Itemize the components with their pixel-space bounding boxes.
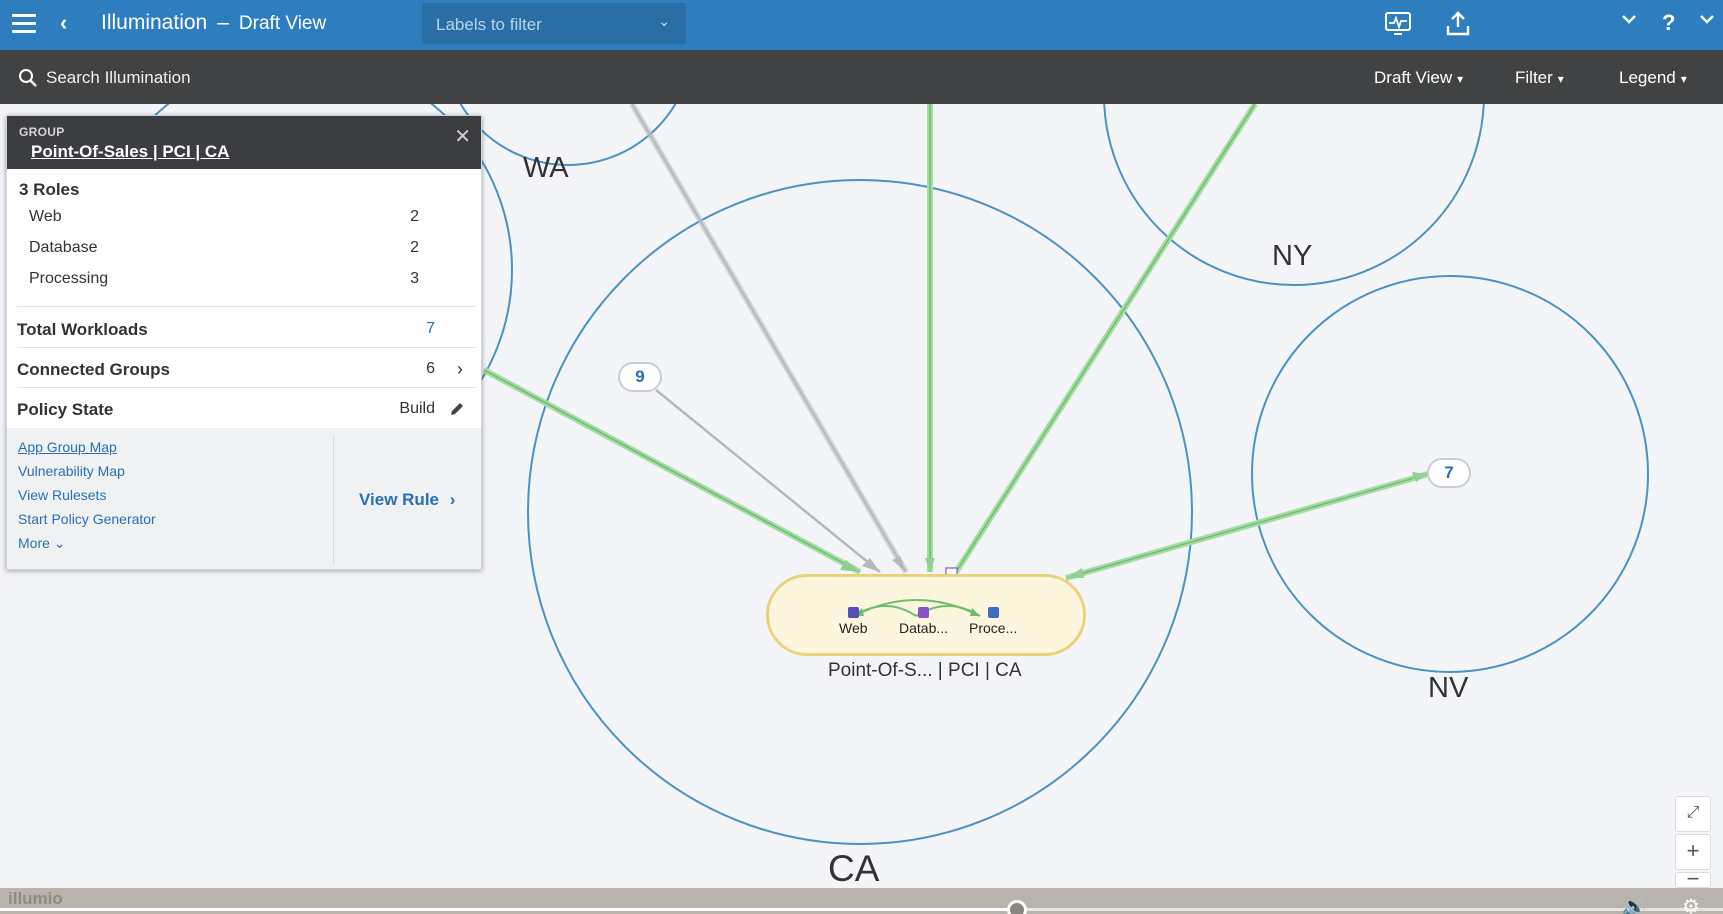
allowed-flow-lines	[482, 104, 1429, 581]
vulnerability-map-link[interactable]: Vulnerability Map	[18, 462, 156, 480]
view-subtitle: Draft View	[238, 13, 327, 34]
role-node-label: Proce...	[969, 620, 1018, 636]
connected-groups-row[interactable]: Connected Groups 6 ›	[17, 359, 477, 380]
close-icon[interactable]: ✕	[454, 124, 471, 149]
role-count: 2	[410, 208, 419, 225]
help-icon[interactable]: ?	[1662, 10, 1675, 36]
region-label-nv: NV	[1428, 672, 1469, 704]
video-controls-bar: illumio 🔊 ⚙	[0, 888, 1723, 914]
filter-menu-label: Filter	[1515, 68, 1553, 87]
roles-title: 3 Roles	[19, 180, 80, 199]
chevron-right-icon[interactable]: ›	[457, 359, 463, 380]
connected-groups-label: Connected Groups	[17, 360, 171, 379]
view-rule-button[interactable]: View Rule ›	[359, 490, 455, 510]
search-icon[interactable]	[18, 68, 38, 88]
chevron-right-icon: ›	[449, 490, 456, 509]
video-progress-fill	[0, 908, 1017, 911]
unknown-flow-lines	[629, 104, 909, 574]
total-workloads-row: Total Workloads 7	[17, 320, 477, 340]
search-bar: Search Illumination Draft View ▾ Filter ▾ …	[0, 50, 1723, 104]
top-bar: ‹ Illumination – Draft View Labels to filt…	[0, 0, 1723, 50]
panel-actions: App Group Map Vulnerability Map View Rul…	[7, 428, 481, 569]
filter-menu[interactable]: Filter ▾	[1515, 68, 1564, 88]
legend-menu-label: Legend	[1619, 68, 1676, 87]
role-row-web: Web 2	[29, 208, 449, 226]
divider	[17, 347, 475, 348]
total-workloads-label: Total Workloads	[17, 320, 148, 339]
label-filter-dropdown[interactable]: Labels to filter ⌄	[422, 3, 686, 44]
role-row-processing: Processing 3	[29, 270, 449, 288]
policy-state-value: Build	[399, 400, 435, 417]
chevron-down-icon[interactable]	[1698, 10, 1716, 33]
count-badge-9[interactable]: 9	[618, 362, 662, 392]
region-label-ny: NY	[1272, 240, 1313, 272]
connected-groups-value: 6	[426, 360, 435, 377]
view-rulesets-link[interactable]: View Rulesets	[18, 486, 156, 504]
policy-state-row: Policy State Build	[17, 400, 477, 420]
settings-icon[interactable]: ⚙	[1682, 894, 1700, 914]
divider	[17, 306, 475, 307]
role-node-processing[interactable]: Proce...	[969, 607, 1017, 636]
upload-icon[interactable]	[1444, 10, 1472, 38]
draft-view-menu-label: Draft View	[1374, 68, 1453, 87]
search-input[interactable]: Search Illumination	[46, 68, 191, 88]
workload-square-icon	[987, 607, 999, 618]
workload-square-icon	[847, 607, 859, 618]
role-count: 3	[410, 270, 419, 287]
legend-menu[interactable]: Legend ▾	[1619, 68, 1687, 88]
total-workloads-value[interactable]: 7	[426, 320, 435, 338]
role-node-web[interactable]: Web	[839, 607, 868, 636]
zoom-out-button[interactable]: −	[1675, 872, 1711, 888]
count-badge-7[interactable]: 7	[1427, 458, 1471, 488]
group-node-point-of-sales[interactable]: Web Datab... Proce...	[766, 574, 1086, 656]
role-label: Processing	[29, 270, 109, 287]
chevron-down-icon: ▾	[1557, 72, 1564, 86]
region-circle-ca[interactable]	[527, 179, 1193, 845]
chevron-down-icon: ⌄	[658, 13, 670, 29]
chevron-down-icon: ⌄	[53, 535, 66, 551]
role-label: Web	[29, 208, 62, 225]
group-info-panel: GROUP Point-Of-Sales | PCI | CA ✕ 3 Role…	[6, 115, 482, 570]
role-count: 2	[410, 239, 419, 256]
policy-state-label: Policy State	[17, 400, 114, 419]
more-link-label: More	[18, 535, 50, 551]
back-icon[interactable]: ‹	[60, 12, 67, 34]
divider	[17, 387, 475, 388]
chevron-down-icon: ▾	[1457, 72, 1464, 86]
monitor-icon[interactable]	[1384, 10, 1412, 38]
menu-icon[interactable]	[12, 14, 36, 34]
group-caption: Point-Of-S... | PCI | CA	[828, 660, 1022, 681]
fit-to-screen-button[interactable]: ⤢	[1675, 796, 1711, 832]
brand-watermark: illumio	[8, 889, 63, 908]
app-group-map-link[interactable]: App Group Map	[18, 438, 156, 456]
start-policy-generator-link[interactable]: Start Policy Generator	[18, 510, 156, 528]
more-link[interactable]: More ⌄	[18, 534, 156, 552]
chevron-down-icon[interactable]	[1620, 10, 1638, 33]
pencil-icon[interactable]	[449, 401, 465, 417]
role-node-database[interactable]: Datab...	[899, 607, 948, 636]
role-node-label: Web	[839, 620, 868, 636]
view-rule-label: View Rule	[359, 490, 439, 509]
panel-header: GROUP Point-Of-Sales | PCI | CA ✕	[7, 116, 481, 169]
divider	[333, 436, 334, 564]
workload-square-icon	[918, 607, 930, 618]
app-title: Illumination	[101, 11, 208, 34]
group-name-link[interactable]: Point-Of-Sales | PCI | CA	[31, 142, 469, 162]
chevron-down-icon: ▾	[1680, 72, 1687, 86]
label-filter-placeholder: Labels to filter	[436, 15, 542, 34]
zoom-in-button[interactable]: +	[1675, 834, 1711, 870]
role-row-database: Database 2	[29, 239, 449, 257]
region-label-wa: WA	[523, 152, 569, 184]
panel-kind: GROUP	[19, 125, 65, 139]
video-scrubber-handle[interactable]	[1006, 900, 1027, 914]
action-links: App Group Map Vulnerability Map View Rul…	[18, 438, 156, 558]
role-label: Database	[29, 239, 98, 256]
draft-view-menu[interactable]: Draft View ▾	[1374, 68, 1463, 88]
role-node-label: Datab...	[899, 620, 949, 636]
title-separator: –	[217, 11, 229, 34]
region-label-ca: CA	[828, 848, 880, 888]
volume-icon[interactable]: 🔊	[1622, 894, 1647, 914]
page-title: Illumination – Draft View	[101, 10, 326, 37]
